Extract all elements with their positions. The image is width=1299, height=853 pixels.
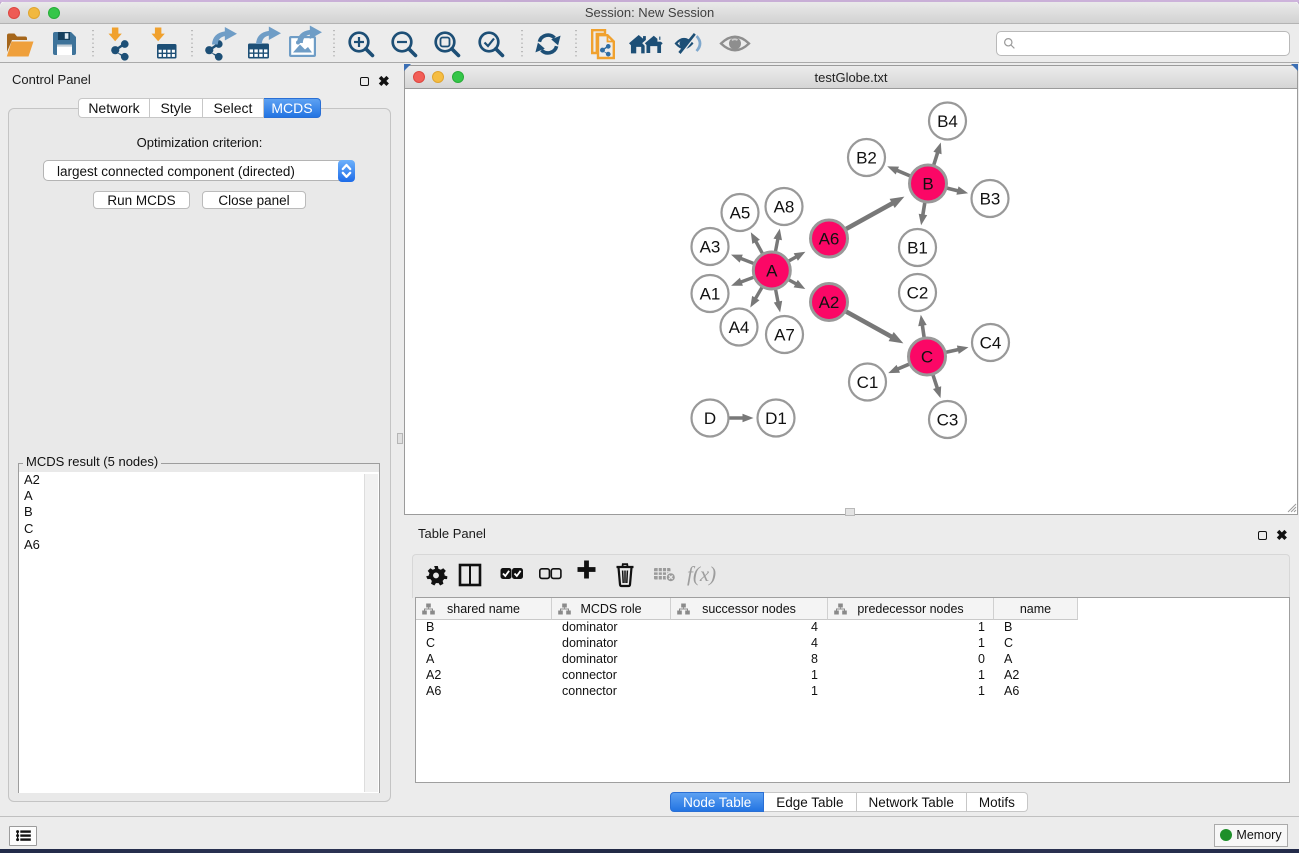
svg-text:f(x): f(x) [687, 562, 716, 586]
